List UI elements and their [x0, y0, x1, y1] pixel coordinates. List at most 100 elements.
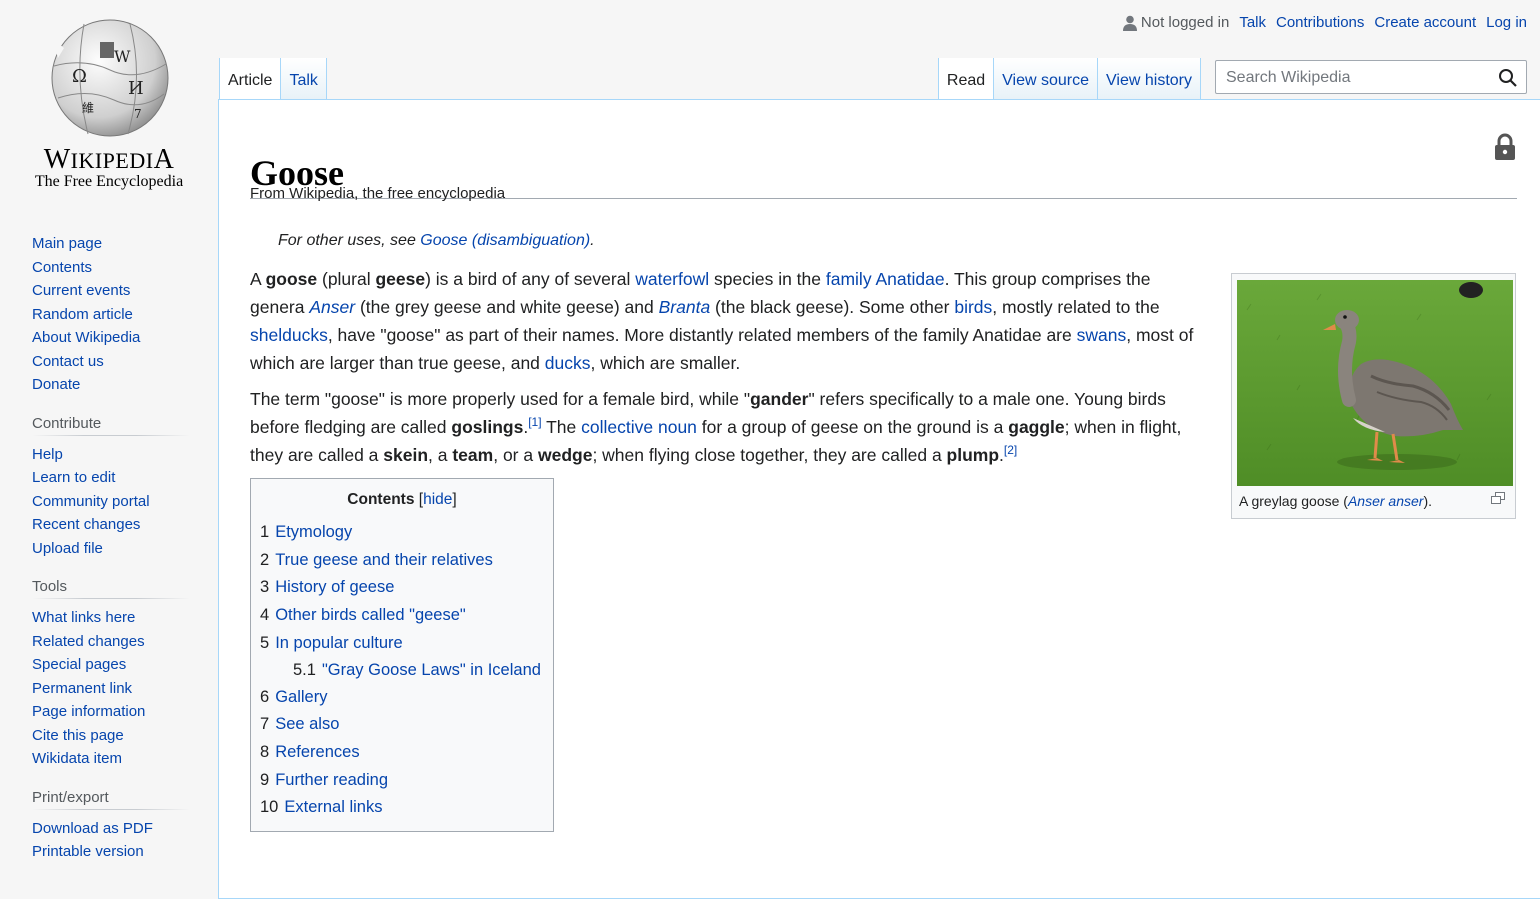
reference-2-link[interactable]: [2] [1004, 443, 1017, 457]
tab-view-source[interactable]: View source [994, 58, 1099, 100]
sidebar-item-learn-to-edit[interactable]: Learn to edit [32, 469, 115, 486]
toc-item[interactable]: 5 In popular culture [260, 630, 553, 658]
bold-term: gaggle [1008, 417, 1065, 437]
content-area: Goose From Wikipedia, the free encyclope… [218, 99, 1540, 899]
toc-link-popular-culture[interactable]: In popular culture [275, 634, 403, 652]
text: , have "goose" as part of their names. M… [327, 325, 1077, 345]
tab-view-history[interactable]: View history [1098, 58, 1201, 100]
user-icon [1122, 15, 1137, 31]
ducks-link[interactable]: ducks [545, 353, 591, 373]
text: , mostly related to the [992, 297, 1160, 317]
bold-term: skein [383, 445, 429, 465]
caption-text: A greylag goose ( [1239, 493, 1348, 509]
toc-link-true-geese[interactable]: True geese and their relatives [275, 551, 493, 569]
sidebar-item-current-events[interactable]: Current events [32, 282, 130, 299]
not-logged-in-text: Not logged in [1140, 14, 1230, 31]
toc-item[interactable]: 10 External links [260, 794, 553, 822]
sidebar-item-community-portal[interactable]: Community portal [32, 493, 150, 510]
reference-1-link[interactable]: [1] [528, 415, 541, 429]
toc-link-further-reading[interactable]: Further reading [275, 771, 388, 789]
toc-link-see-also[interactable]: See also [275, 715, 339, 733]
text: species in the [709, 269, 826, 289]
wordmark: WIKIPEDIA [43, 144, 175, 175]
toc-link-other-birds[interactable]: Other birds called "geese" [275, 606, 466, 624]
contributions-link[interactable]: Contributions [1276, 14, 1364, 31]
toc-subitem[interactable]: 5.1 "Gray Goose Laws" in Iceland [260, 658, 553, 682]
branta-link[interactable]: Branta [659, 297, 711, 317]
toc-item[interactable]: 8 References [260, 739, 553, 767]
bold-term: wedge [537, 445, 593, 465]
site-subtitle: From Wikipedia, the free encyclopedia [250, 185, 506, 202]
sidebar-item-contact[interactable]: Contact us [32, 353, 104, 370]
svg-text:7: 7 [134, 107, 142, 121]
hatnote: For other uses, see Goose (disambiguatio… [278, 232, 595, 250]
text: , which are smaller. [590, 353, 741, 373]
wikipedia-logo[interactable]: Ω W И 維 7 WIKIPEDIA The Free Encyclopedi… [0, 0, 218, 200]
personal-talk-link[interactable]: Talk [1239, 14, 1266, 31]
toc-hide-toggle[interactable]: hide [423, 491, 452, 508]
search-icon[interactable] [1498, 68, 1518, 88]
anser-link[interactable]: Anser [309, 297, 355, 317]
toc-number: 5 [260, 633, 270, 652]
tab-article[interactable]: Article [219, 58, 282, 100]
search-input[interactable] [1224, 68, 1488, 88]
tab-talk[interactable]: Talk [281, 58, 327, 100]
disambiguation-link[interactable]: Goose (disambiguation) [420, 232, 590, 249]
toc-number: 9 [260, 770, 270, 789]
contribute-heading: Contribute [32, 414, 190, 437]
sidebar-item-page-information[interactable]: Page information [32, 703, 145, 720]
goose-image[interactable] [1237, 280, 1513, 486]
swans-link[interactable]: swans [1077, 325, 1127, 345]
anser-anser-link[interactable]: Anser anser [1348, 493, 1423, 509]
toc-item[interactable]: 2 True geese and their relatives [260, 547, 553, 575]
collective-noun-link[interactable]: collective noun [581, 417, 697, 437]
search-box [1215, 60, 1527, 94]
toc-item[interactable]: 9 Further reading [260, 767, 553, 795]
toc-item[interactable]: 3 History of geese [260, 574, 553, 602]
toc-link-gray-goose-laws[interactable]: "Gray Goose Laws" in Iceland [322, 661, 541, 679]
sidebar-item-download-pdf[interactable]: Download as PDF [32, 820, 153, 837]
create-account-link[interactable]: Create account [1374, 14, 1476, 31]
toc-link-references[interactable]: References [275, 743, 359, 761]
sidebar-item-cite-this-page[interactable]: Cite this page [32, 727, 124, 744]
toc-link-gallery[interactable]: Gallery [275, 688, 327, 706]
toc-item[interactable]: 1 Etymology [260, 519, 553, 547]
sidebar-item-random-article[interactable]: Random article [32, 306, 133, 323]
toc-link-history[interactable]: History of geese [275, 578, 394, 596]
hatnote-suffix: . [590, 232, 595, 249]
sidebar-item-what-links-here[interactable]: What links here [32, 609, 135, 626]
sidebar-item-printable-version[interactable]: Printable version [32, 843, 144, 860]
text: The [541, 417, 582, 437]
bold-term: team [452, 445, 494, 465]
logo-tagline: The Free Encyclopedia [34, 173, 184, 190]
intro-paragraph-1: A goose (plural geese) is a bird of any … [250, 265, 1205, 377]
sidebar-item-about[interactable]: About Wikipedia [32, 329, 140, 346]
toc-link-etymology[interactable]: Etymology [275, 523, 352, 541]
sidebar-item-main-page[interactable]: Main page [32, 235, 102, 252]
sidebar-item-permanent-link[interactable]: Permanent link [32, 680, 132, 697]
sidebar-item-wikidata-item[interactable]: Wikidata item [32, 750, 122, 767]
birds-link[interactable]: birds [954, 297, 992, 317]
text: for a group of geese on the ground is a [696, 417, 1009, 437]
tab-read[interactable]: Read [937, 58, 995, 100]
sidebar-item-recent-changes[interactable]: Recent changes [32, 516, 140, 533]
toc-link-external-links[interactable]: External links [284, 798, 382, 816]
sidebar-item-donate[interactable]: Donate [32, 376, 80, 393]
sidebar-item-contents[interactable]: Contents [32, 259, 92, 276]
toc-title: Contents [hide] [251, 491, 553, 509]
anatidae-link[interactable]: family Anatidae [826, 269, 945, 289]
toc-item[interactable]: 6 Gallery [260, 684, 553, 712]
print-portal: Print/export Download as PDF Printable v… [0, 788, 218, 864]
shelducks-link[interactable]: shelducks [250, 325, 328, 345]
toc-item[interactable]: 4 Other birds called "geese" [260, 602, 553, 630]
toc-item[interactable]: 7 See also [260, 711, 553, 739]
lock-icon[interactable] [1494, 133, 1516, 161]
text: , a [428, 445, 453, 465]
sidebar-item-related-changes[interactable]: Related changes [32, 633, 145, 650]
sidebar-item-help[interactable]: Help [32, 446, 63, 463]
login-link[interactable]: Log in [1486, 14, 1527, 31]
enlarge-icon[interactable] [1491, 492, 1505, 504]
waterfowl-link[interactable]: waterfowl [635, 269, 709, 289]
sidebar-item-upload-file[interactable]: Upload file [32, 540, 103, 557]
sidebar-item-special-pages[interactable]: Special pages [32, 656, 126, 673]
